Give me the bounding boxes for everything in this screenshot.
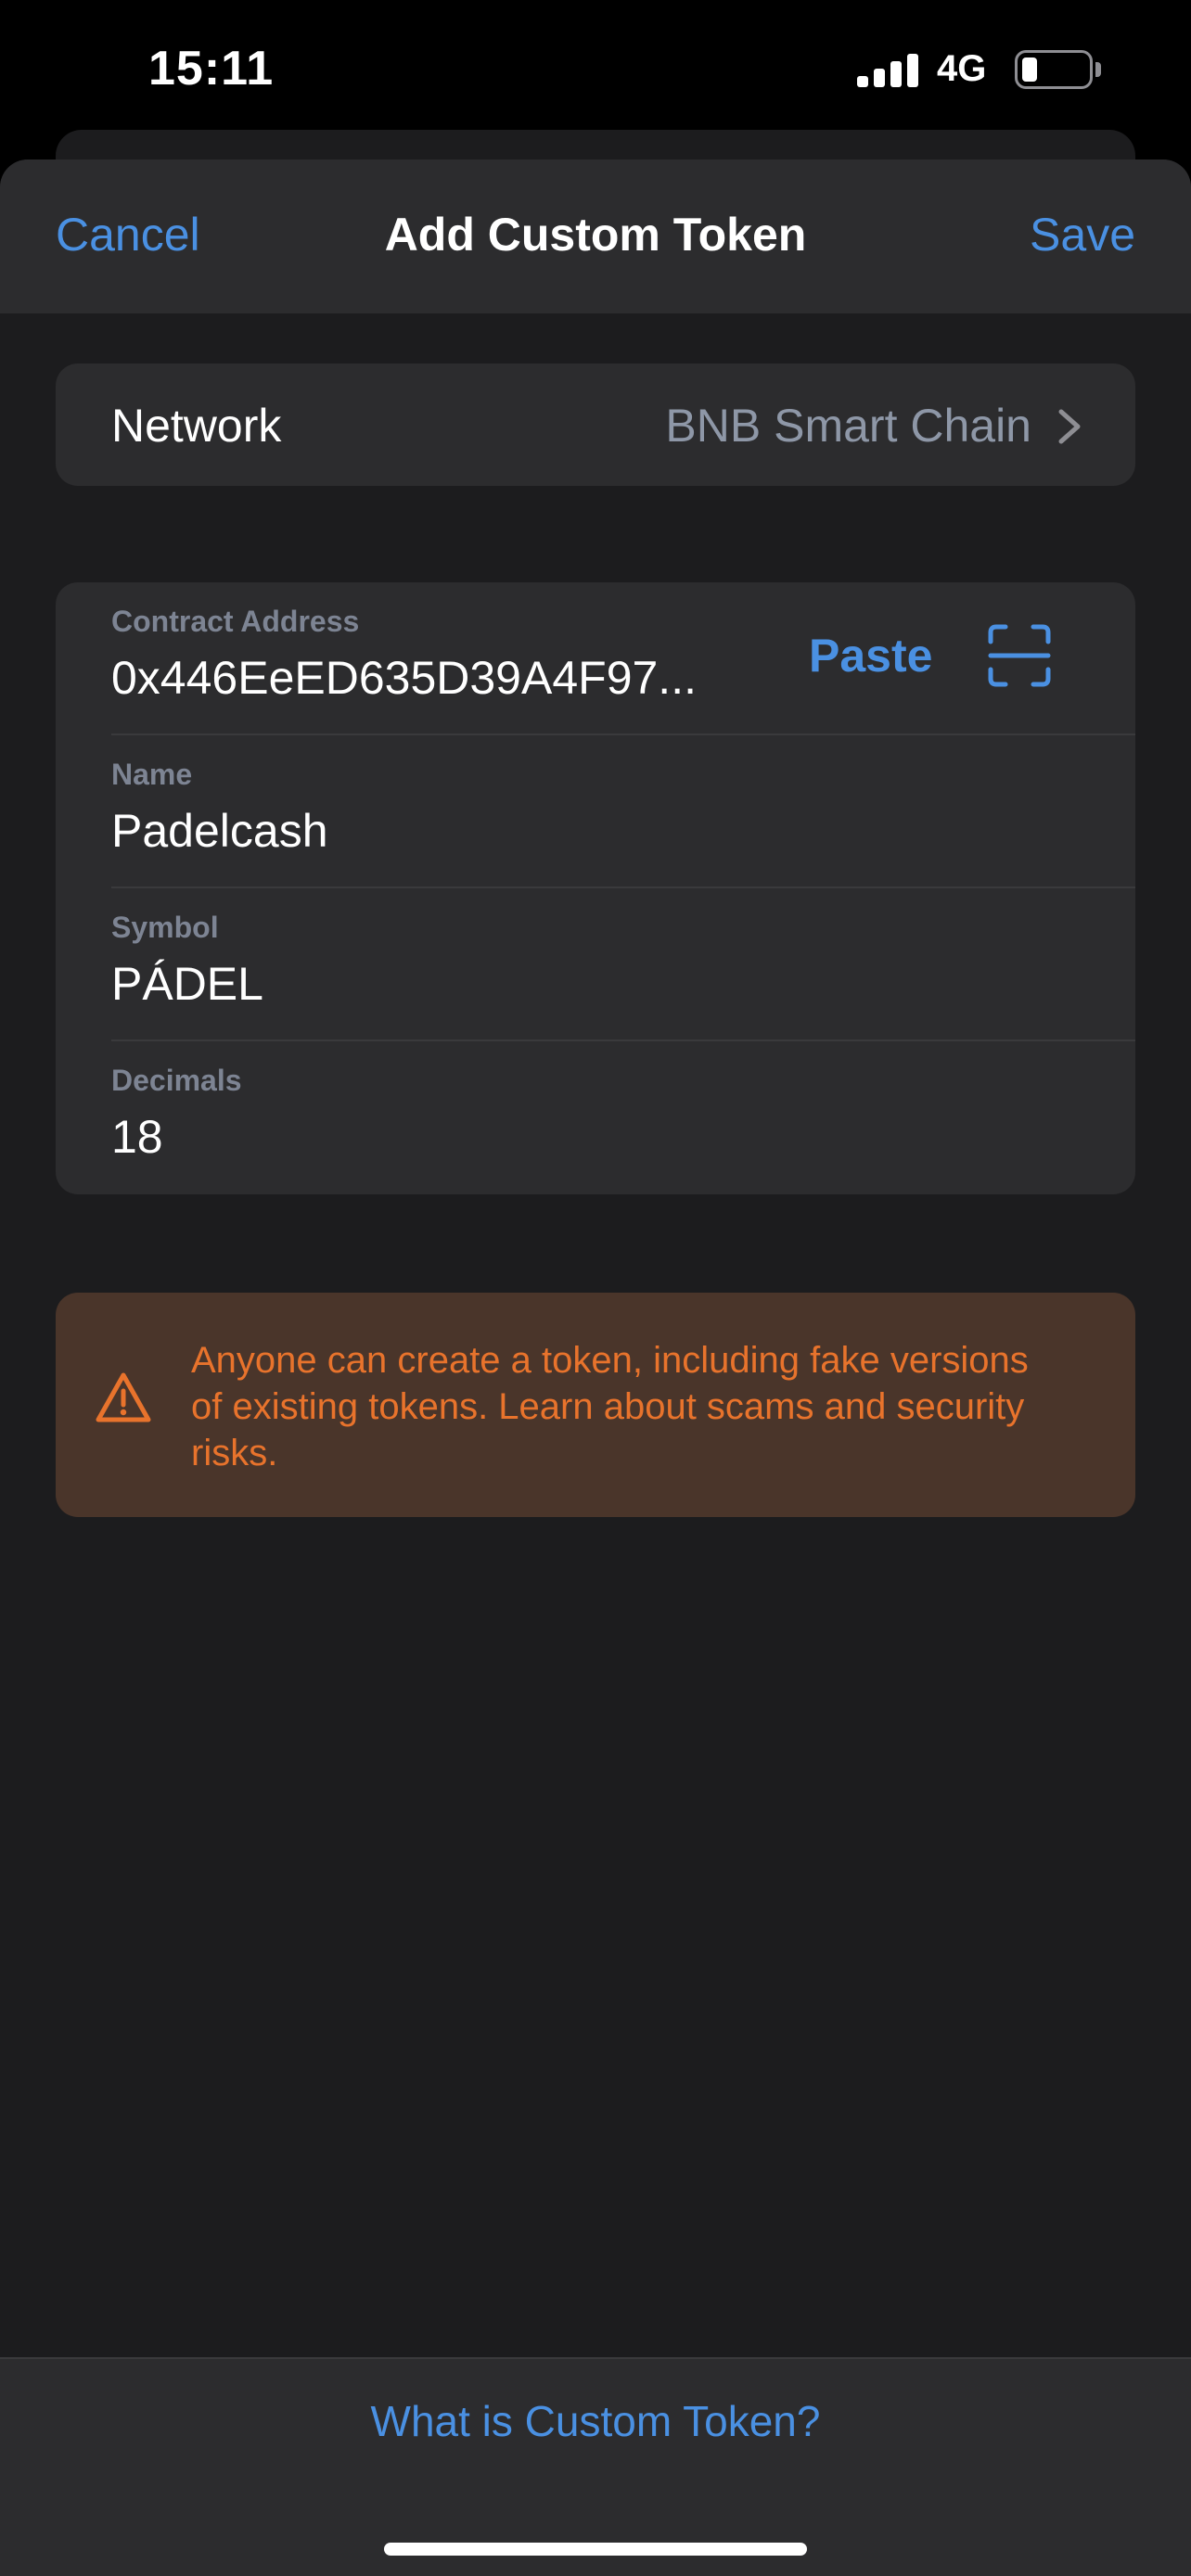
warning-icon (96, 1372, 151, 1422)
contract-address-input[interactable]: 0x446EeED635D39A4F97... (111, 651, 697, 705)
signal-icon (857, 54, 920, 87)
token-form: Contract Address 0x446EeED635D39A4F97...… (56, 582, 1135, 1194)
battery-icon (1015, 50, 1093, 89)
name-field[interactable]: Name Padelcash (56, 735, 1135, 888)
contract-address-label: Contract Address (111, 605, 360, 638)
decimals-label: Decimals (111, 1064, 242, 1097)
warning-text: Anyone can create a token, including fak… (191, 1340, 1029, 1473)
symbol-field[interactable]: Symbol PÁDEL (56, 888, 1135, 1041)
symbol-label: Symbol (111, 911, 219, 944)
warning-banner[interactable]: Anyone can create a token, including fak… (56, 1293, 1135, 1517)
status-time: 15:11 (148, 42, 275, 96)
scan-icon[interactable] (987, 623, 1052, 688)
decimals-input[interactable]: 18 (111, 1110, 163, 1164)
save-button[interactable]: Save (1030, 208, 1135, 261)
name-label: Name (111, 758, 193, 791)
screen: 15:11 4G Add Custom Token Cancel Save Ne… (0, 0, 1191, 2576)
symbol-input[interactable]: PÁDEL (111, 957, 263, 1011)
contract-address-field[interactable]: Contract Address 0x446EeED635D39A4F97...… (56, 582, 1135, 735)
network-label: Network (111, 400, 282, 452)
decimals-field[interactable]: Decimals 18 (56, 1041, 1135, 1194)
network-type: 4G (937, 48, 987, 89)
what-is-custom-token-link[interactable]: What is Custom Token? (0, 2396, 1191, 2446)
battery-tip (1095, 62, 1101, 77)
chevron-right-icon (1058, 409, 1081, 444)
home-indicator[interactable] (384, 2543, 807, 2556)
add-token-sheet: Add Custom Token Cancel Save Network BNB… (0, 159, 1191, 2576)
status-bar: 15:11 4G (0, 0, 1191, 139)
network-row[interactable]: Network BNB Smart Chain (56, 363, 1135, 486)
paste-button[interactable]: Paste (809, 629, 932, 682)
nav-bar: Add Custom Token Cancel Save (0, 159, 1191, 313)
cancel-button[interactable]: Cancel (56, 208, 200, 261)
name-input[interactable]: Padelcash (111, 804, 328, 858)
network-value: BNB Smart Chain (665, 400, 1031, 452)
